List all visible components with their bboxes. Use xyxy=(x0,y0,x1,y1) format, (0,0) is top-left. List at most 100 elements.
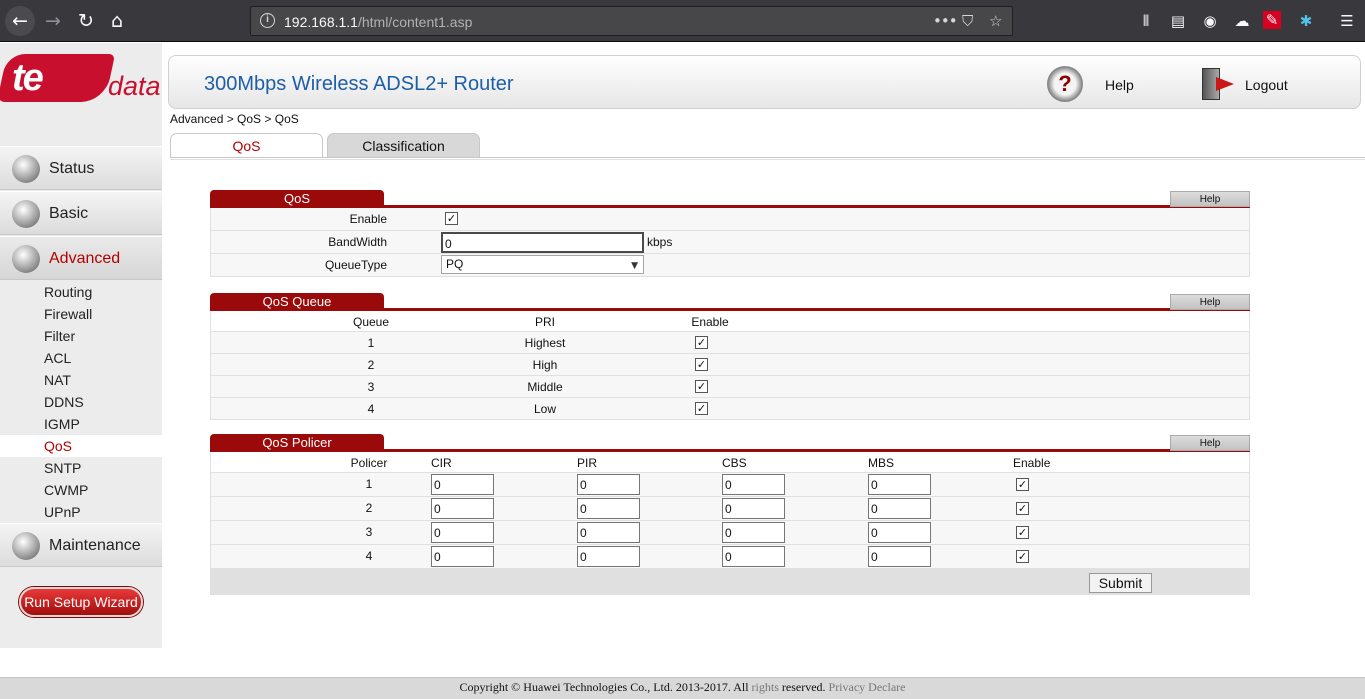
cir-input[interactable]: 0 xyxy=(431,522,494,543)
run-setup-wizard-button[interactable]: Run Setup Wizard xyxy=(19,587,143,617)
column-header: PRI xyxy=(534,315,555,329)
sidebar-item-filter[interactable]: Filter xyxy=(0,325,162,347)
basic-gear-icon xyxy=(12,200,40,228)
sidebar-item-maintenance[interactable]: Maintenance xyxy=(0,523,162,567)
sidebar-item-basic[interactable]: Basic xyxy=(0,191,162,235)
sidebar-item-firewall[interactable]: Firewall xyxy=(0,303,162,325)
submit-button[interactable]: Submit xyxy=(1089,573,1152,593)
sidebar-item-sntp[interactable]: SNTP xyxy=(0,457,162,479)
queue-enable-checkbox[interactable]: ✓ xyxy=(695,358,708,371)
sidebar-item-ddns[interactable]: DDNS xyxy=(0,391,162,413)
extension-globe-icon[interactable]: ◉ xyxy=(1199,11,1221,31)
qos-enable-checkbox[interactable]: ✓ xyxy=(445,212,458,225)
sidebar-item-routing[interactable]: Routing xyxy=(0,281,162,303)
submit-row: Submit xyxy=(210,569,1250,595)
page-actions-icon[interactable]: ••• xyxy=(933,12,958,30)
menu-icon[interactable]: ☰ xyxy=(1336,11,1358,31)
qos-help-button[interactable]: Help xyxy=(1170,191,1250,207)
bandwidth-input[interactable]: 0 xyxy=(441,232,644,253)
queue-priority: Highest xyxy=(524,336,566,350)
mbs-input[interactable]: 0 xyxy=(868,474,931,495)
mbs-input[interactable]: 0 xyxy=(868,498,931,519)
cbs-input[interactable]: 0 xyxy=(722,546,785,567)
pir-input[interactable]: 0 xyxy=(577,546,640,567)
help-icon[interactable]: ? xyxy=(1047,66,1083,102)
bookmark-star-icon[interactable]: ☆ xyxy=(989,12,1002,30)
field-label: QueueType xyxy=(324,258,387,272)
cbs-input[interactable]: 0 xyxy=(722,522,785,543)
library-icon[interactable]: ⫴ xyxy=(1135,11,1157,31)
privacy-declare-link[interactable]: Privacy Declare xyxy=(829,680,906,694)
cir-input[interactable]: 0 xyxy=(431,546,494,567)
cbs-input[interactable]: 0 xyxy=(722,474,785,495)
policer-help-button[interactable]: Help xyxy=(1170,435,1250,451)
info-icon[interactable]: i xyxy=(260,13,275,28)
policer-enable-checkbox[interactable]: ✓ xyxy=(1016,526,1029,539)
mbs-input[interactable]: 0 xyxy=(868,546,931,567)
queue-enable-checkbox[interactable]: ✓ xyxy=(695,380,708,393)
cbs-input[interactable]: 0 xyxy=(722,498,785,519)
sidebar-item-label: Basic xyxy=(49,205,89,222)
queue-number: 1 xyxy=(367,336,375,350)
page-title: 300Mbps Wireless ADSL2+ Router xyxy=(204,73,514,95)
breadcrumb: Advanced > QoS > QoS xyxy=(170,112,299,126)
pir-input[interactable]: 0 xyxy=(577,474,640,495)
forward-icon[interactable]: → xyxy=(38,6,68,36)
sidebar-item-nat[interactable]: NAT xyxy=(0,369,162,391)
column-header: CIR xyxy=(431,456,452,470)
queue-number: 3 xyxy=(367,380,375,394)
sidebar-item-upnp[interactable]: UPnP xyxy=(0,501,162,523)
sidebar-item-acl[interactable]: ACL xyxy=(0,347,162,369)
sidebar-item-status[interactable]: Status xyxy=(0,146,162,190)
logout-link[interactable]: Logout xyxy=(1245,77,1288,93)
status-icon xyxy=(12,155,40,183)
qos-queue-section: QoS Queue Help Queue PRI Enable 1 Highes… xyxy=(210,293,1250,420)
table-row: 4 0 0 0 0 ✓ xyxy=(210,545,1250,569)
queue-help-button[interactable]: Help xyxy=(1170,294,1250,310)
maintenance-icon xyxy=(12,532,40,560)
reader-view-icon[interactable]: ▤ xyxy=(1167,11,1189,31)
field-label: BandWidth xyxy=(328,235,387,249)
queue-section-header: QoS Queue Help xyxy=(210,293,1250,311)
back-icon[interactable]: ← xyxy=(5,6,35,36)
table-row: 2 0 0 0 0 ✓ xyxy=(210,497,1250,521)
queuetype-select[interactable]: PQ ▼ xyxy=(441,255,644,274)
queue-enable-checkbox[interactable]: ✓ xyxy=(695,402,708,415)
qos-section-header: QoS Help xyxy=(210,190,1250,208)
home-icon[interactable]: ⌂ xyxy=(102,6,132,36)
column-header: Enable xyxy=(691,315,729,329)
extension-gear-icon[interactable]: ✱ xyxy=(1295,11,1317,31)
advanced-tools-icon xyxy=(12,245,40,273)
bandwidth-unit: kbps xyxy=(647,235,673,249)
queue-enable-checkbox[interactable]: ✓ xyxy=(695,336,708,349)
pir-input[interactable]: 0 xyxy=(577,498,640,519)
sidebar-item-label: Status xyxy=(49,160,95,177)
cir-input[interactable]: 0 xyxy=(431,474,494,495)
logout-icon[interactable] xyxy=(1202,68,1236,100)
extension-cloud-icon[interactable]: ☁ xyxy=(1231,11,1253,31)
policer-enable-checkbox[interactable]: ✓ xyxy=(1016,502,1029,515)
reload-icon[interactable]: ↻ xyxy=(71,6,101,36)
help-link[interactable]: Help xyxy=(1105,77,1134,93)
extension-pen-icon[interactable]: ✎ xyxy=(1263,11,1281,29)
policer-number: 3 xyxy=(365,525,373,539)
mbs-input[interactable]: 0 xyxy=(868,522,931,543)
rights-link[interactable]: rights xyxy=(752,680,779,694)
pocket-icon[interactable]: ⛉ xyxy=(962,12,973,30)
tab-qos[interactable]: QoS xyxy=(170,133,323,158)
sidebar-item-igmp[interactable]: IGMP xyxy=(0,413,162,435)
policer-enable-checkbox[interactable]: ✓ xyxy=(1016,478,1029,491)
tab-classification[interactable]: Classification xyxy=(327,133,480,157)
column-header: MBS xyxy=(868,456,895,470)
sidebar-item-label: Advanced xyxy=(49,250,121,267)
column-header: Policer xyxy=(350,456,388,470)
url-text[interactable]: 192.168.1.1/html/content1.asp xyxy=(284,14,472,30)
sidebar-item-qos[interactable]: QoS xyxy=(0,435,162,457)
sidebar-item-cwmp[interactable]: CWMP xyxy=(0,479,162,501)
policer-enable-checkbox[interactable]: ✓ xyxy=(1016,550,1029,563)
url-bar[interactable]: i 192.168.1.1/html/content1.asp ••• ⛉ ☆ xyxy=(250,6,1013,36)
cir-input[interactable]: 0 xyxy=(431,498,494,519)
table-row: 1 0 0 0 0 ✓ xyxy=(210,473,1250,497)
pir-input[interactable]: 0 xyxy=(577,522,640,543)
sidebar-item-advanced[interactable]: Advanced xyxy=(0,236,162,280)
